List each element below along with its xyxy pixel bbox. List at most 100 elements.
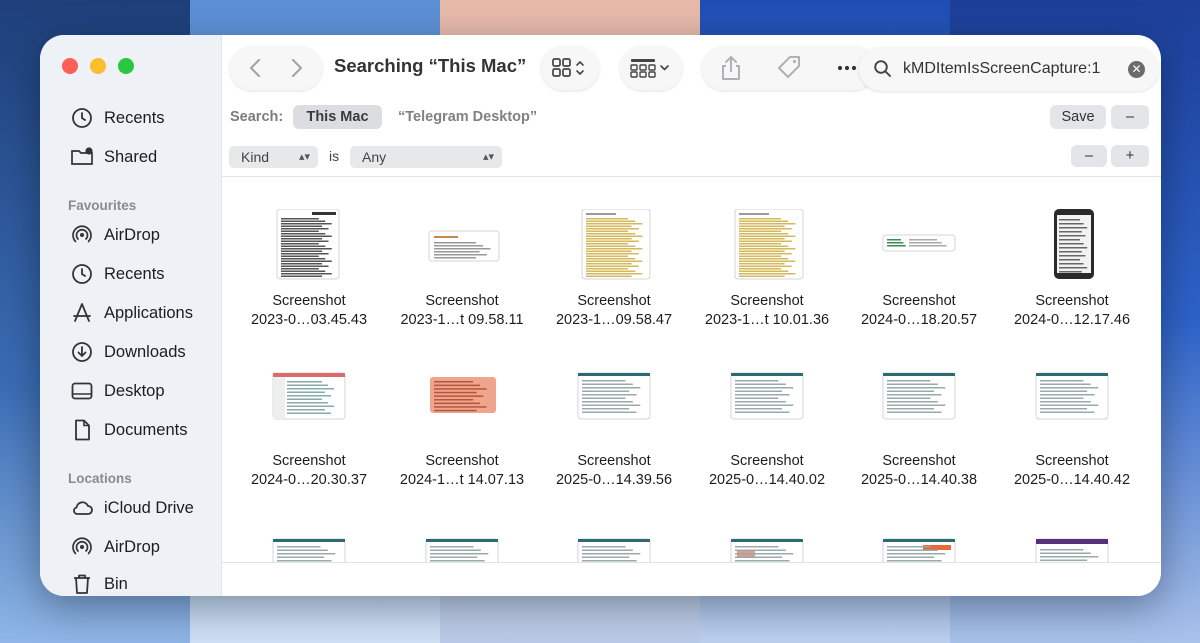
- add-criteria-button[interactable]: +: [1111, 145, 1149, 167]
- scope-telegram-desktop-button[interactable]: “Telegram Desktop”: [398, 109, 537, 125]
- close-window-button[interactable]: [62, 58, 78, 74]
- file-name-line1: Screenshot: [882, 293, 956, 309]
- file-item[interactable]: Screenshot 2025-0…14.40.02: [697, 337, 837, 488]
- sidebar-item-downloads[interactable]: Downloads: [70, 337, 186, 367]
- file-thumbnail: [574, 369, 654, 446]
- group-by-button[interactable]: [620, 46, 682, 90]
- file-name-line1: Screenshot: [1035, 453, 1109, 469]
- sidebar-item-label: Applications: [104, 303, 193, 322]
- icon-view-grid-icon: [552, 58, 584, 77]
- scope-label: Search:: [230, 109, 284, 125]
- file-thumbnail: [422, 209, 502, 286]
- search-icon: [874, 60, 891, 77]
- file-item-partial[interactable]: [849, 497, 989, 563]
- file-item[interactable]: Screenshot 2023-1…09.58.47: [544, 177, 684, 328]
- search-query-text: kMDItemIsScreenCapture:1: [903, 60, 1101, 77]
- sidebar-item-icloud-drive[interactable]: iCloud Drive: [70, 493, 194, 523]
- file-item[interactable]: Screenshot 2025-0…14.40.38: [849, 337, 989, 488]
- save-search-button[interactable]: Save: [1050, 105, 1106, 129]
- file-item-partial[interactable]: [1002, 497, 1142, 563]
- operator-label: is: [329, 148, 340, 164]
- file-thumbnail: [879, 369, 959, 446]
- tag-icon[interactable]: [774, 53, 804, 83]
- sidebar-item-label: AirDrop: [104, 537, 160, 556]
- file-item-partial[interactable]: [697, 497, 837, 563]
- minimize-window-button[interactable]: [90, 58, 106, 74]
- file-name-line1: Screenshot: [882, 453, 956, 469]
- file-name-line1: Screenshot: [1035, 293, 1109, 309]
- view-mode-button[interactable]: [541, 46, 599, 90]
- file-item[interactable]: Screenshot 2024-0…18.20.57: [849, 177, 989, 328]
- share-icon[interactable]: [716, 53, 746, 83]
- value-popup[interactable]: Any ▴▾: [350, 146, 502, 168]
- sidebar-item-applications[interactable]: Applications: [70, 298, 193, 328]
- file-thumbnail: [727, 369, 807, 446]
- file-name-line2: 2025-0…14.40.42: [1013, 472, 1131, 488]
- file-item[interactable]: Screenshot 2023-0…03.45.43: [239, 177, 379, 328]
- file-item[interactable]: Screenshot 2023-1…t 09.58.11: [392, 177, 532, 328]
- sidebar-item-label: Downloads: [104, 342, 186, 361]
- file-name-line2: 2024-0…20.30.37: [250, 472, 368, 488]
- sidebar-item-desktop[interactable]: Desktop: [70, 376, 165, 406]
- sidebar-item-label: AirDrop: [104, 225, 160, 244]
- sidebar-item-label: Desktop: [104, 381, 165, 400]
- file-name-line2: 2025-0…14.40.38: [860, 472, 978, 488]
- popup-chevrons-icon: ▴▾: [482, 151, 494, 163]
- file-item[interactable]: Screenshot 2025-0…14.39.56: [544, 337, 684, 488]
- document-icon: [75, 419, 90, 441]
- actions-pill: [702, 46, 876, 90]
- sidebar-item-label: Shared: [104, 147, 158, 166]
- file-item[interactable]: Screenshot 2024-0…12.17.46: [1002, 177, 1142, 328]
- sidebar-item-recents[interactable]: Recents: [70, 103, 165, 133]
- sidebar-item-label: Recents: [104, 108, 165, 127]
- main-content: Searching “This Mac” kMDItemIsScreenCapt…: [222, 35, 1161, 596]
- sidebar-item-label: Documents: [104, 420, 188, 439]
- scope-this-mac-button[interactable]: This Mac: [293, 105, 382, 129]
- navigation-buttons: [230, 46, 322, 90]
- file-item[interactable]: Screenshot 2024-1…t 14.07.13: [392, 337, 532, 488]
- remove-scope-button[interactable]: –: [1111, 105, 1149, 129]
- sidebar-item-shared[interactable]: Shared: [70, 142, 157, 172]
- favourites-heading: Favourites: [68, 198, 137, 213]
- file-item[interactable]: Screenshot 2023-1…t 10.01.36: [697, 177, 837, 328]
- file-thumbnail: [422, 535, 502, 563]
- search-field[interactable]: kMDItemIsScreenCapture:1 ✕: [859, 47, 1159, 91]
- file-name-line1: Screenshot: [577, 453, 651, 469]
- search-scope-bar: Search: This Mac “Telegram Desktop” Save…: [222, 105, 1161, 129]
- file-item-partial[interactable]: [392, 497, 532, 563]
- file-name-line1: Screenshot: [272, 453, 346, 469]
- file-item[interactable]: Screenshot 2025-0…14.40.42: [1002, 337, 1142, 488]
- airdrop-icon: [72, 225, 92, 243]
- file-item-partial[interactable]: [544, 497, 684, 563]
- sidebar-item-bin[interactable]: Bin: [70, 569, 128, 596]
- group-grid-icon: [630, 59, 669, 78]
- sidebar-item-airdrop[interactable]: AirDrop: [70, 220, 160, 250]
- file-name-line2: 2023-1…t 10.01.36: [704, 312, 830, 328]
- sidebar-item-airdrop-location[interactable]: AirDrop: [70, 532, 160, 562]
- forward-chevron-icon[interactable]: [276, 53, 316, 83]
- sidebar-item-label: Bin: [104, 574, 128, 593]
- file-item[interactable]: Screenshot 2024-0…20.30.37: [239, 337, 379, 488]
- trash-icon: [74, 574, 90, 594]
- clock-icon: [72, 264, 92, 284]
- back-chevron-icon[interactable]: [236, 53, 276, 83]
- window-controls: [62, 58, 134, 74]
- sidebar-item-documents[interactable]: Documents: [70, 415, 187, 445]
- results-grid: Screenshot 2023-0…03.45.43 Screenshot 2023-…: [222, 177, 1161, 563]
- file-name-line2: 2024-0…12.17.46: [1013, 312, 1131, 328]
- file-thumbnail: [1032, 535, 1112, 563]
- zoom-window-button[interactable]: [118, 58, 134, 74]
- more-icon[interactable]: [832, 53, 862, 83]
- sidebar-item-recents-fav[interactable]: Recents: [70, 259, 165, 289]
- attribute-popup[interactable]: Kind ▴▾: [229, 146, 318, 168]
- file-item-partial[interactable]: [239, 497, 379, 563]
- file-thumbnail: [269, 535, 349, 563]
- value-text: Any: [362, 149, 387, 165]
- file-thumbnail: [269, 208, 349, 286]
- remove-criteria-button[interactable]: –: [1071, 145, 1107, 167]
- clear-search-icon[interactable]: ✕: [1128, 60, 1145, 78]
- file-name-line2: 2023-1…t 09.58.11: [400, 312, 524, 328]
- file-name-line2: 2024-0…18.20.57: [860, 312, 978, 328]
- file-name-line2: 2023-1…09.58.47: [555, 312, 673, 328]
- file-name-line2: 2025-0…14.39.56: [555, 472, 673, 488]
